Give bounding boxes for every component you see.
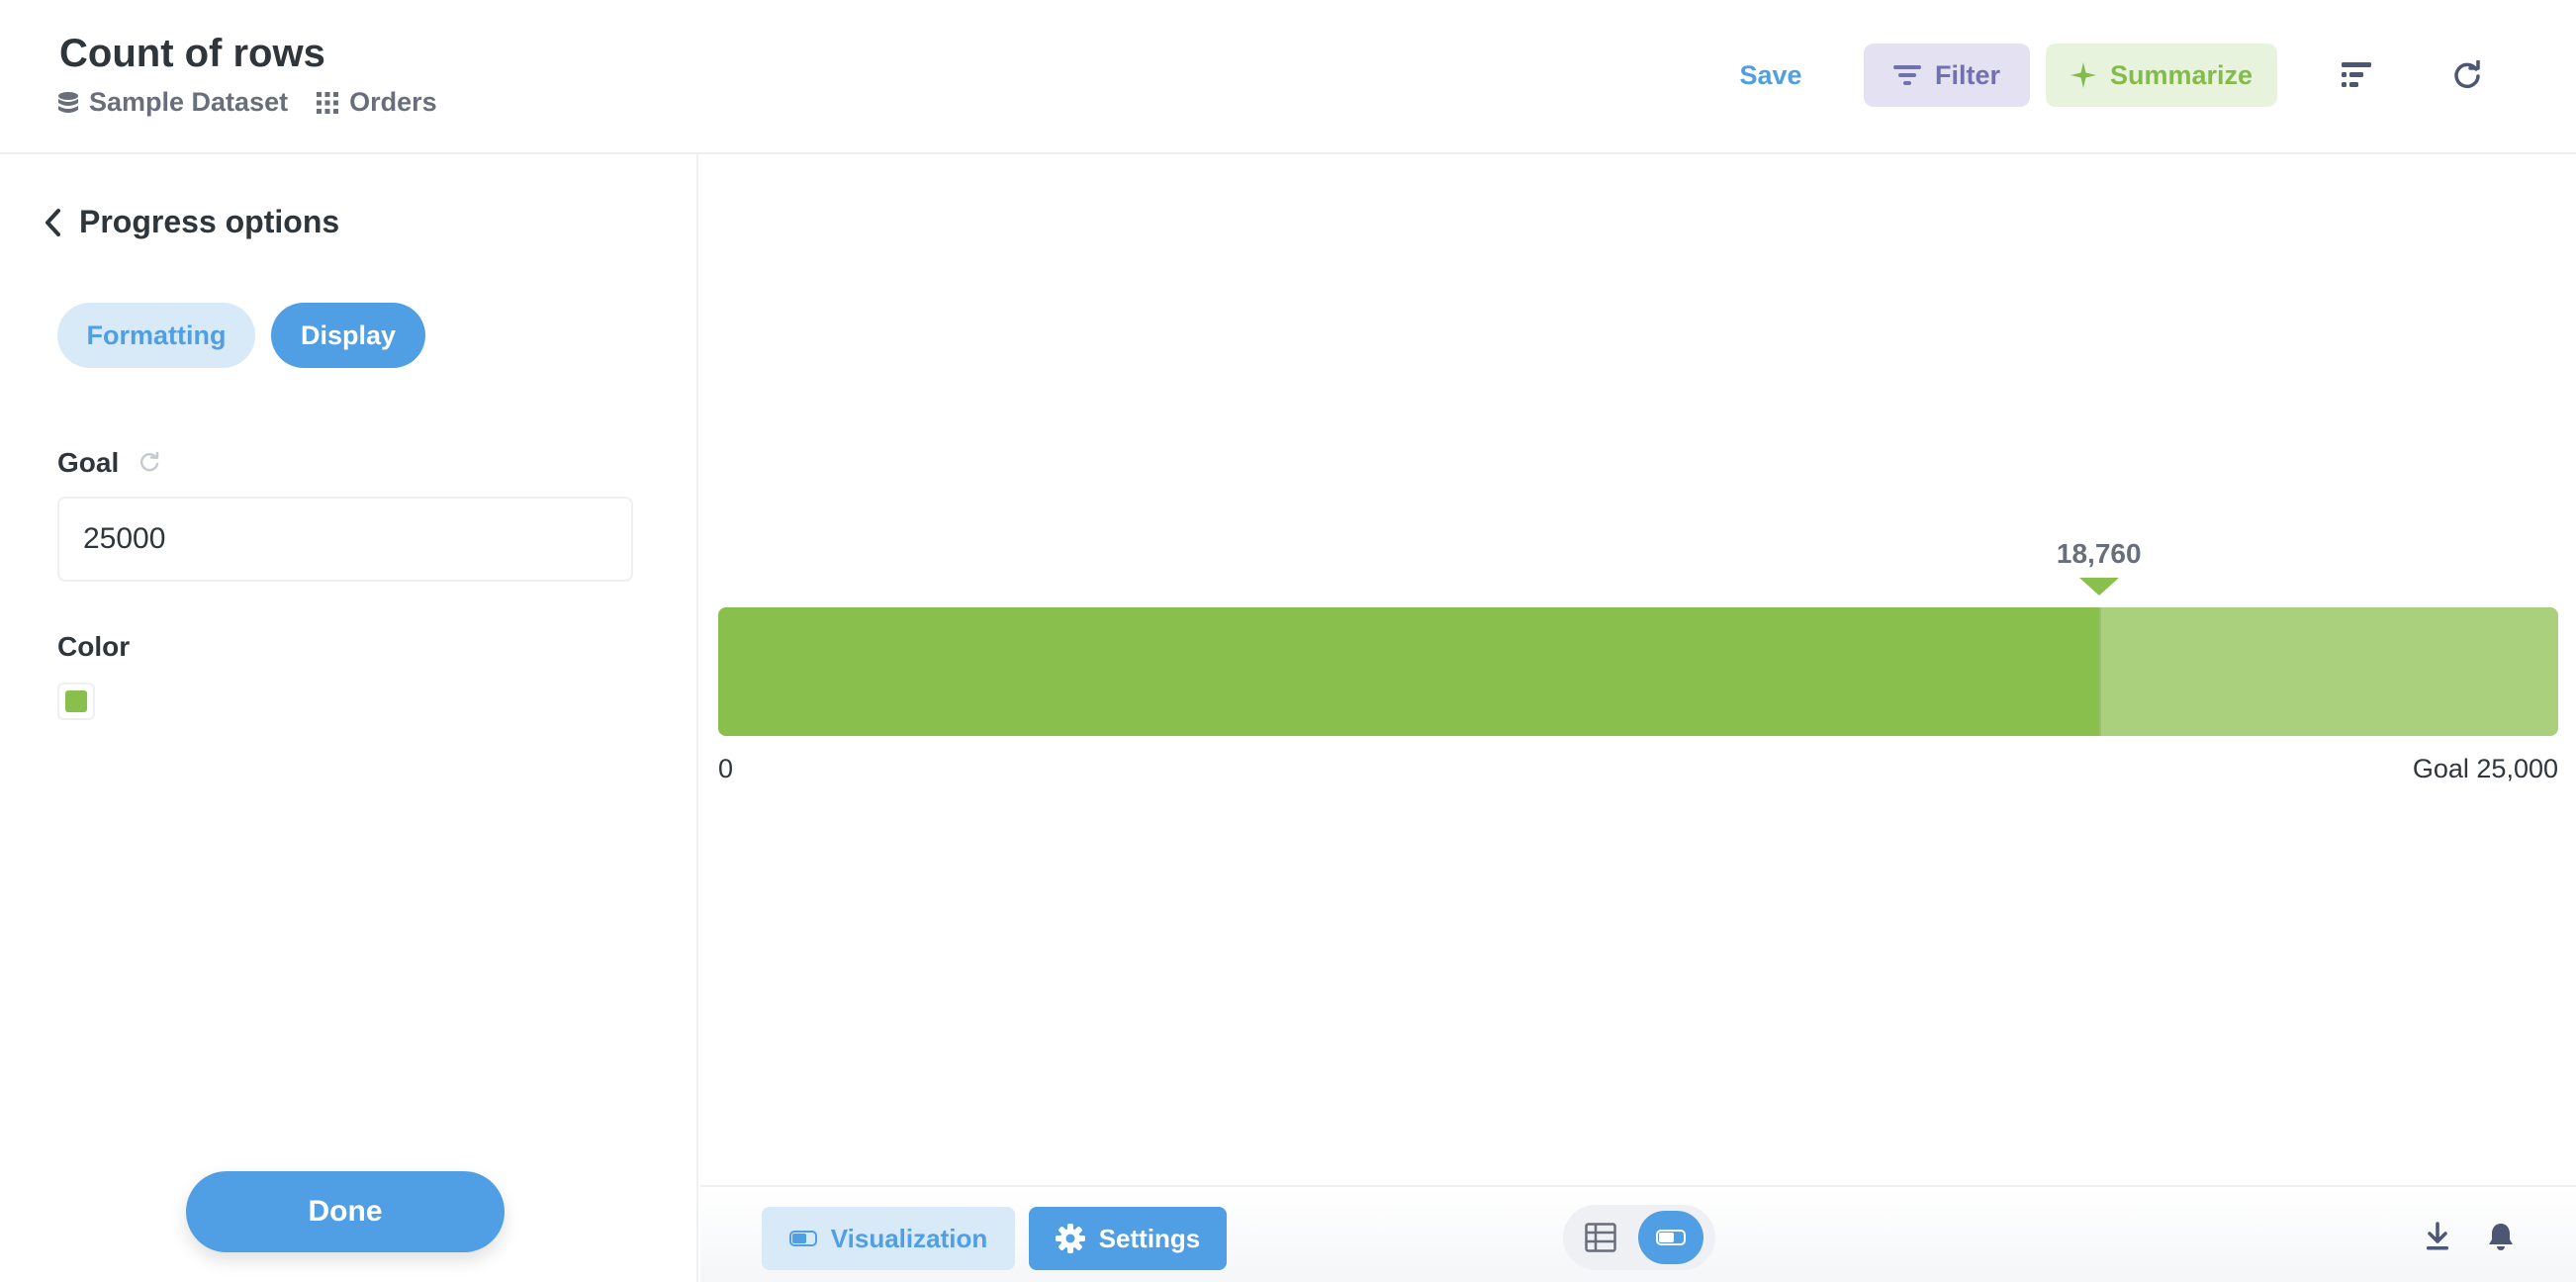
color-label: Color xyxy=(57,631,131,662)
reset-icon[interactable] xyxy=(138,452,160,474)
goal-setting: Goal xyxy=(57,447,160,479)
bell-icon xyxy=(2489,1224,2513,1250)
progress-min-label: 0 xyxy=(718,754,734,783)
visualization-button[interactable]: Visualization xyxy=(762,1207,1015,1270)
chevron-left-icon xyxy=(46,208,60,236)
refresh-button[interactable] xyxy=(2447,55,2487,95)
goal-label: Goal xyxy=(57,447,120,478)
query-header: Count of rows Sample Dataset Orders Save xyxy=(0,0,2576,154)
progress-goal-label: Goal 25,000 xyxy=(2412,754,2558,783)
progress-bar xyxy=(718,607,2558,736)
settings-sidebar: Progress options Formatting Display Goal… xyxy=(0,154,698,1282)
settings-button[interactable]: Settings xyxy=(1029,1207,1227,1270)
progress-bar-fill xyxy=(718,607,2099,736)
breadcrumb-database[interactable]: Sample Dataset xyxy=(57,87,288,118)
summarize-button-label: Summarize xyxy=(2109,59,2254,90)
settings-button-label: Settings xyxy=(1098,1223,1201,1253)
breadcrumb-table-label: Orders xyxy=(349,87,437,117)
progress-pointer-icon xyxy=(2078,578,2119,595)
visualization-button-label: Visualization xyxy=(830,1223,988,1253)
summarize-button[interactable]: Summarize xyxy=(2046,44,2277,107)
back-to-visualizations-button[interactable]: Progress options xyxy=(44,204,339,240)
download-button[interactable] xyxy=(2418,1217,2457,1256)
chart-view-toggle[interactable] xyxy=(1638,1211,1703,1264)
filter-button[interactable]: Filter xyxy=(1864,44,2030,107)
tab-formatting[interactable]: Formatting xyxy=(57,303,255,368)
sidebar-heading: Progress options xyxy=(79,204,340,239)
goal-input[interactable] xyxy=(57,497,633,582)
table-view-toggle[interactable] xyxy=(1581,1219,1620,1256)
filter-button-label: Filter xyxy=(1934,59,2000,90)
visualization-area: 18,760 0 Goal 25,000 xyxy=(700,154,2576,1183)
tab-display[interactable]: Display xyxy=(271,303,425,368)
progress-bar-divider xyxy=(2098,607,2101,736)
download-icon xyxy=(2427,1222,2448,1250)
table-grid-icon xyxy=(317,91,339,114)
notebook-icon xyxy=(2342,62,2371,87)
breadcrumb-database-label: Sample Dataset xyxy=(89,87,289,117)
gear-icon xyxy=(1055,1224,1085,1253)
breadcrumb: Sample Dataset Orders xyxy=(57,87,465,118)
database-icon xyxy=(58,91,78,113)
filter-icon xyxy=(1892,65,1921,85)
breadcrumb-table[interactable]: Orders xyxy=(316,87,437,118)
alert-button[interactable] xyxy=(2481,1217,2521,1256)
done-button[interactable]: Done xyxy=(186,1171,505,1252)
sparkle-icon xyxy=(2070,62,2096,88)
color-swatch-fill xyxy=(65,690,87,712)
notebook-editor-button[interactable] xyxy=(2337,55,2376,95)
progress-bar-icon xyxy=(788,1231,817,1246)
progress-bar-icon xyxy=(1656,1230,1686,1245)
table-icon xyxy=(1585,1223,1616,1252)
question-title: Count of rows xyxy=(59,32,325,75)
view-toggle xyxy=(1563,1205,1715,1270)
refresh-icon xyxy=(2454,60,2480,89)
color-swatch[interactable] xyxy=(57,683,95,720)
view-footer: Visualization Settings xyxy=(700,1185,2576,1282)
progress-value-label: 18,760 xyxy=(2056,538,2142,569)
save-button[interactable]: Save xyxy=(1721,44,1820,107)
